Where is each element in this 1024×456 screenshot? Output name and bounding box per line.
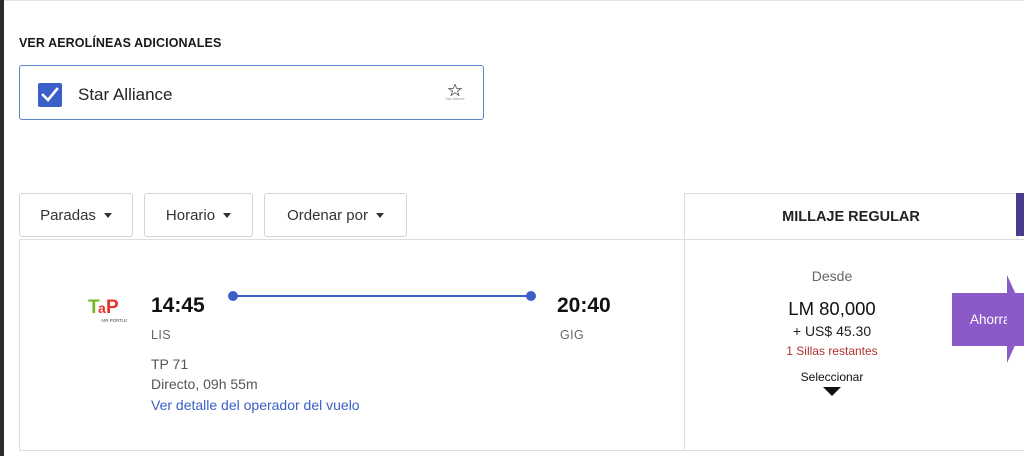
fare-column-divider <box>684 240 685 450</box>
flight-number: TP 71 <box>151 356 189 372</box>
next-fare-column-edge <box>1016 193 1024 236</box>
star-alliance-label: Star Alliance <box>78 85 173 104</box>
departure-airport: LIS <box>151 328 171 342</box>
additional-airlines-title: VER AEROLÍNEAS ADICIONALES <box>19 36 222 50</box>
taxes-price: + US$ 45.30 <box>792 323 872 339</box>
route-line <box>233 295 531 297</box>
sort-by-button[interactable]: Ordenar por <box>264 193 407 237</box>
stops-filter-button[interactable]: Paradas <box>19 193 133 237</box>
svg-text:P: P <box>106 297 119 318</box>
check-icon <box>41 87 59 102</box>
chevron-down-icon <box>223 212 232 218</box>
seats-remaining: 1 Sillas restantes <box>786 344 878 358</box>
top-divider <box>0 0 1024 1</box>
operator-detail-link[interactable]: Ver detalle del operador del vuelo <box>151 397 360 413</box>
select-fare-button[interactable]: Seleccionar <box>771 370 893 384</box>
fare-column-header: MILLAJE REGULAR <box>684 193 1018 239</box>
sort-by-label: Ordenar por <box>287 206 368 224</box>
tap-air-portugal-logo-icon: T a P AIR PORTUGAL <box>87 295 135 325</box>
svg-text:a: a <box>98 300 106 316</box>
arrival-airport: GIG <box>560 328 585 342</box>
destination-dot <box>526 291 536 301</box>
chevron-down-icon <box>103 212 112 218</box>
caret-down-icon <box>823 387 841 396</box>
flight-result-card: T a P AIR PORTUGAL 14:45 LIS 20:40 GIG T… <box>19 239 1024 451</box>
stops-filter-label: Paradas <box>40 206 96 224</box>
schedule-filter-label: Horario <box>165 206 216 224</box>
window-edge <box>0 0 4 456</box>
flight-duration: Directo, 09h 55m <box>151 376 258 392</box>
miles-price: LM 80,000 <box>788 298 876 319</box>
savings-arrow-icon <box>1007 275 1024 363</box>
svg-text:AIR PORTUGAL: AIR PORTUGAL <box>101 318 127 323</box>
origin-dot <box>228 291 238 301</box>
from-label: Desde <box>811 268 853 284</box>
schedule-filter-button[interactable]: Horario <box>144 193 253 237</box>
departure-time: 14:45 <box>151 294 205 317</box>
arrival-time: 20:40 <box>557 294 611 317</box>
star-alliance-logo-text: Star Alliance <box>445 97 465 101</box>
star-alliance-checkbox[interactable] <box>38 83 62 107</box>
star-alliance-logo-icon: Star Alliance <box>440 84 470 104</box>
chevron-down-icon <box>375 212 384 218</box>
star-alliance-option[interactable]: Star Alliance Star Alliance <box>19 65 484 120</box>
